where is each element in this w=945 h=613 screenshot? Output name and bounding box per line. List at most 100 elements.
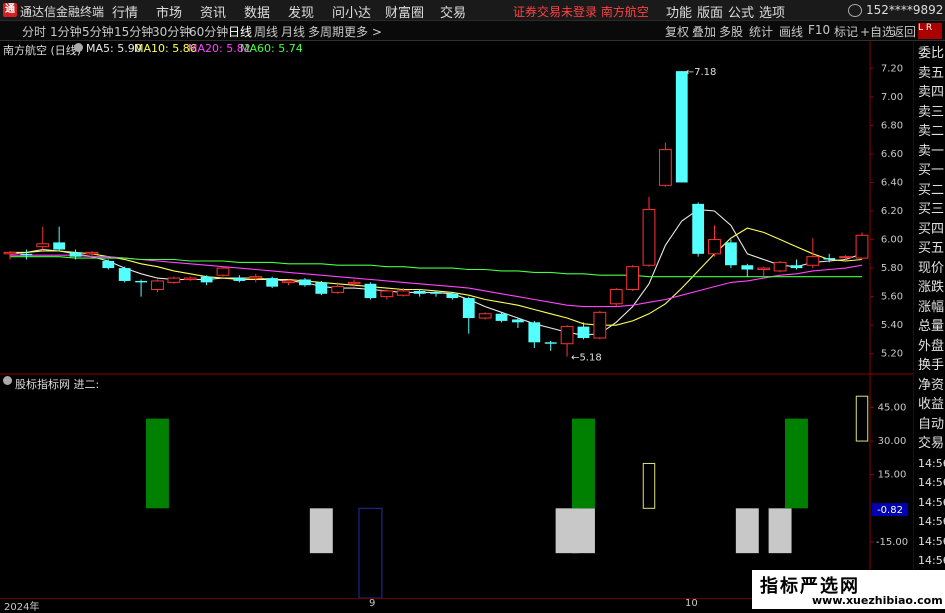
quote-label[interactable]: 买二 (918, 184, 944, 197)
menu-item-market[interactable]: 行情 (112, 2, 138, 21)
y-tick-label: 5.60 (881, 292, 903, 303)
candle-body (3, 251, 17, 255)
tab-monthly[interactable]: 月线 (281, 23, 305, 40)
candle-body (528, 322, 541, 343)
date-label-9: 9 (369, 598, 376, 609)
candle-body (266, 278, 279, 287)
menu-item-data[interactable]: 数据 (244, 2, 270, 21)
menu-item-wealth[interactable]: 财富圈 (385, 2, 424, 21)
quote-label[interactable]: 卖一 (918, 145, 944, 158)
y-tick-label: 7.00 (881, 92, 903, 103)
y-tick-label: 6.20 (881, 206, 903, 217)
tab-30min[interactable]: 30分钟 (152, 23, 191, 40)
y-tick-label: 6.00 (881, 235, 903, 246)
quote-label[interactable]: 买一 (918, 164, 944, 177)
quote-label[interactable]: 交易 (918, 437, 944, 450)
menu-item-news[interactable]: 资讯 (200, 2, 226, 21)
menu-item-discover[interactable]: 发现 (288, 2, 314, 21)
quote-label[interactable]: 外盘 (918, 340, 944, 353)
user-account[interactable]: 152****9892 (866, 3, 943, 17)
quote-label[interactable]: 14:56 (918, 496, 945, 509)
button-add-favorite[interactable]: +自选 (860, 23, 894, 40)
quote-label[interactable]: 卖四 (918, 86, 944, 99)
candle-body (347, 281, 361, 285)
quote-label[interactable]: 涨跌 (918, 281, 944, 294)
candle-body (741, 265, 754, 270)
indicator-bar (145, 418, 169, 509)
current-value-label: -0.82 (877, 505, 903, 516)
quote-label[interactable]: 委比 (918, 47, 944, 60)
tab-intraday[interactable]: 分时 (22, 23, 46, 40)
title-bar (0, 0, 945, 21)
menu-options[interactable]: 选项 (759, 2, 785, 21)
button-multi-stock[interactable]: 多股 (719, 23, 743, 40)
user-icon[interactable] (848, 4, 862, 17)
menu-item-trade[interactable]: 交易 (440, 2, 466, 21)
quote-label[interactable]: 14:56 (918, 535, 945, 548)
menu-formula[interactable]: 公式 (728, 2, 754, 21)
tab-multi-period[interactable]: 多周期 (308, 23, 344, 40)
quote-label[interactable]: 14:56 (918, 476, 945, 489)
quote-label[interactable]: 现价 (918, 262, 944, 275)
candle-body (380, 290, 394, 298)
button-draw[interactable]: 画线 (779, 23, 803, 40)
button-overlay[interactable]: 叠加 (692, 23, 716, 40)
quote-label[interactable]: 涨幅 (918, 301, 944, 314)
quote-label[interactable]: 净资 (918, 379, 944, 392)
quote-label[interactable]: 14:56 (918, 515, 945, 528)
ma-line-ma5 (9, 209, 863, 336)
menu-layout[interactable]: 版面 (697, 2, 723, 21)
price-annotation: ←7.18 (686, 67, 717, 78)
quote-label[interactable]: 买三 (918, 203, 944, 216)
button-adjust[interactable]: 复权 (665, 23, 689, 40)
button-stats[interactable]: 统计 (749, 23, 773, 40)
quote-label[interactable]: 自动 (918, 418, 944, 431)
quote-label[interactable]: 买五 (918, 242, 944, 255)
quote-label[interactable]: 收益 (918, 398, 944, 411)
candle-body (560, 326, 574, 345)
button-back[interactable]: 返回 (892, 23, 916, 40)
button-mark[interactable]: 标记 (834, 23, 858, 40)
candle-body (593, 311, 607, 339)
candle-body (102, 260, 115, 269)
tab-60min[interactable]: 60分钟 (189, 23, 228, 40)
quote-label[interactable]: 换手 (918, 359, 944, 372)
login-warning[interactable]: 证券交易未登录 南方航空 (513, 3, 649, 20)
quote-label[interactable]: 14:56 (918, 457, 945, 470)
candle-body (135, 280, 147, 283)
candle-body (609, 289, 623, 305)
quote-label[interactable]: 14:56 (918, 554, 945, 567)
quote-label[interactable]: 卖二 (918, 125, 944, 138)
candle-body (642, 209, 656, 266)
lr-badge[interactable]: L R (918, 23, 942, 39)
candle-body (773, 261, 787, 272)
candle-body (658, 149, 672, 186)
candle-body (216, 267, 230, 276)
tab-daily[interactable]: 日线 (228, 23, 252, 40)
quote-label[interactable]: 买四 (918, 223, 944, 236)
candle-body (299, 279, 311, 286)
candle-body (183, 277, 197, 281)
tab-15min[interactable]: 15分钟 (114, 23, 153, 40)
indicator-bar (358, 507, 383, 598)
quote-label[interactable]: 卖三 (918, 106, 944, 119)
quote-label[interactable]: 总量 (918, 320, 944, 333)
candle-body (577, 326, 590, 339)
tab-more[interactable]: 更多 > (344, 23, 382, 40)
button-f10[interactable]: F10 (808, 23, 830, 37)
candle-body (282, 280, 295, 283)
ind-y-tick-label: 15.00 (878, 470, 907, 481)
tab-5min[interactable]: 5分钟 (82, 23, 114, 40)
menu-function[interactable]: 功能 (666, 2, 692, 21)
candle-body (839, 256, 853, 259)
candle-body (757, 267, 771, 271)
menu-item-markets[interactable]: 市场 (156, 2, 182, 21)
menu-item-assistant[interactable]: 问小达 (332, 2, 371, 21)
candle-body (118, 268, 131, 281)
tab-1min[interactable]: 1分钟 (50, 23, 82, 40)
tab-weekly[interactable]: 周线 (254, 23, 278, 40)
quote-label[interactable]: 卖五 (918, 67, 944, 80)
candle-body (806, 256, 820, 266)
price-chart[interactable]: 7.20 7.00 6.80 6.60 6.40 6.20 6.00 5.80 5.60 5.40… (0, 41, 913, 598)
candle-body (544, 342, 557, 344)
